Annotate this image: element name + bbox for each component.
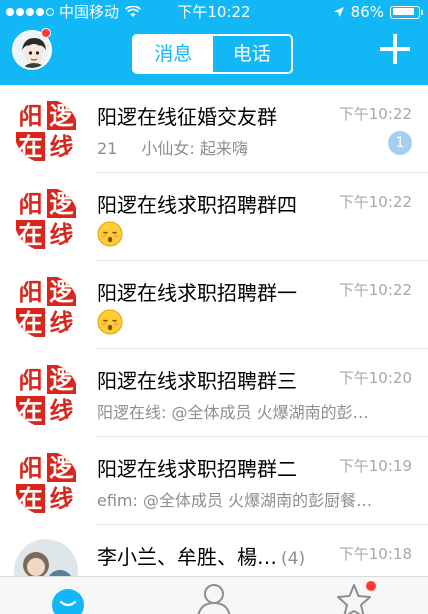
conversation-preview: 阳逻在线: @全体成员 火爆湖南的彭… [97,403,369,422]
message-bubble-icon [52,589,84,614]
logo-character: 在 [19,308,43,337]
conversation-row[interactable]: 阳逻在线 阳逻在线求职招聘群四 下午10:22 [0,173,428,261]
logo-character: 线 [50,484,74,513]
group-avatar: 阳逻在线 [14,275,78,339]
logo-character: 在 [19,484,43,513]
group-avatar: 阳逻在线 [14,363,78,427]
conversation-title: 阳逻在线征婚交友群 [97,105,277,129]
preview-count: 21 [97,139,118,158]
tab-messages[interactable]: 消息 [134,36,213,72]
logo-character: 在 [19,396,43,425]
logo-character: 阳 [19,101,43,130]
conversation-title-text: 李小兰、牟胜、楊… [97,545,277,569]
conversation-title: 李小兰、牟胜、楊… (4) [97,541,305,570]
conversation-row[interactable]: 阳逻在线 阳逻在线征婚交友群 下午10:22 21 小仙女: 起来嗨 1 [0,85,428,173]
logo-character: 阳 [19,453,43,482]
logo-character: 逻 [50,453,75,482]
conversation-title: 阳逻在线求职招聘群二 [97,457,297,481]
location-arrow-icon [333,7,344,17]
bottom-tab-bar [0,576,428,614]
discover-notification-dot [366,581,376,591]
conversation-row[interactable]: 阳逻在线 阳逻在线求职招聘群一 下午10:22 [0,261,428,349]
logo-character: 阳 [19,277,43,306]
conversation-time: 下午10:20 [338,369,412,387]
sleepy-face-emoji-icon [97,221,123,247]
logo-character: 逻 [50,101,75,130]
conversation-time: 下午10:22 [338,105,412,123]
logo-character: 线 [50,396,74,425]
logo-character: 线 [50,308,74,337]
battery-icon [390,5,423,19]
logo-character: 阳 [19,365,43,394]
group-avatar: 阳逻在线 [14,451,78,515]
battery-percent: 86% [350,3,384,21]
app-header: 中国移动 下午10:22 86% 消息 电话 [0,0,428,85]
logo-character: 在 [19,132,43,161]
unread-badge: 1 [388,131,412,155]
logo-character: 阳 [19,189,43,218]
conversation-row[interactable]: 阳逻在线 阳逻在线求职招聘群三 下午10:20 阳逻在线: @全体成员 火爆湖南… [0,349,428,437]
tab-calls[interactable]: 电话 [213,36,292,72]
tab-messages-bottom[interactable] [38,577,98,614]
logo-character: 线 [50,220,74,249]
logo-character: 线 [50,132,74,161]
conversation-title: 阳逻在线求职招聘群四 [97,193,297,217]
logo-character: 逻 [50,277,75,306]
group-avatar: 阳逻在线 [14,99,78,163]
logo-character: 逻 [50,365,75,394]
conversation-title: 阳逻在线求职招聘群一 [97,281,297,305]
message-call-toggle: 消息 电话 [132,34,293,74]
status-bar: 中国移动 下午10:22 86% [0,0,428,24]
tab-discover[interactable] [324,577,384,614]
sleepy-face-emoji-icon [97,309,123,335]
conversation-title: 阳逻在线求职招聘群三 [97,369,297,393]
tab-contacts[interactable] [184,577,244,614]
conversation-time: 下午10:19 [338,457,412,475]
avatar-notification-dot [41,28,51,38]
preview-text: 小仙女: 起来嗨 [141,139,248,158]
conversation-time: 下午10:22 [338,281,412,299]
add-button[interactable] [380,34,410,64]
conversation-time: 下午10:18 [338,545,412,563]
member-count: (4) [281,549,306,569]
logo-character: 在 [19,220,43,249]
conversation-list: 阳逻在线 阳逻在线征婚交友群 下午10:22 21 小仙女: 起来嗨 1 阳逻在线… [0,85,428,613]
group-avatar: 阳逻在线 [14,187,78,251]
conversation-preview: 21 小仙女: 起来嗨 [97,135,248,159]
conversation-time: 下午10:22 [338,193,412,211]
contacts-person-icon [197,584,231,614]
conversation-preview: efim: @全体成员 火爆湖南的彭厨餐… [97,491,373,510]
conversation-row[interactable]: 阳逻在线 阳逻在线求职招聘群二 下午10:19 efim: @全体成员 火爆湖南… [0,437,428,525]
logo-character: 逻 [50,189,75,218]
